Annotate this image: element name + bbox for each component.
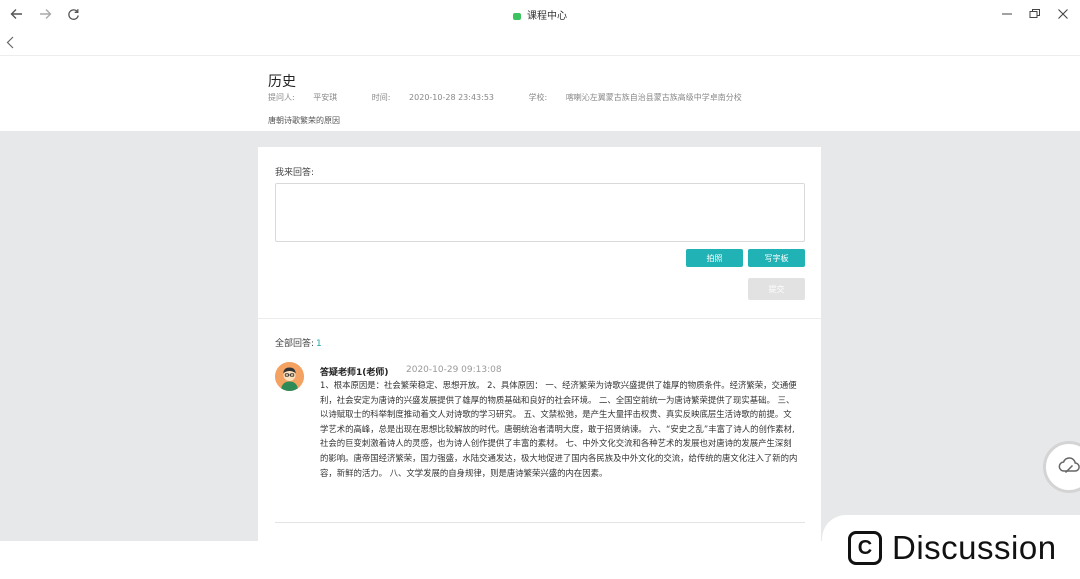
page-toolbar: [0, 28, 1080, 56]
avatar: [275, 362, 304, 391]
school-label: 学校:: [528, 93, 548, 102]
app-icon: [513, 13, 521, 20]
answer-divider: [275, 522, 805, 523]
answer-card: 我来回答: 拍照 写字板 提交 全部回答: 1 答疑老师1(老师) 2020-10…: [258, 147, 821, 541]
restore-icon[interactable]: [1025, 4, 1045, 24]
school-info: 学校: 喀喇沁左翼蒙古族自治县蒙古族高级中学卓南分校: [529, 93, 758, 102]
answer-input[interactable]: [275, 183, 805, 242]
question-text: 唐朝诗歌繁荣的原因: [268, 116, 340, 125]
back-chevron-icon[interactable]: [3, 32, 17, 52]
divider: [258, 318, 821, 319]
asker-label: 提问人:: [268, 93, 295, 102]
asker-info: 提问人: 平安琪: [268, 93, 353, 102]
watermark: C Discussion: [848, 528, 1057, 568]
cloud-icon: [1058, 456, 1080, 478]
minimize-icon[interactable]: [997, 4, 1017, 24]
school-name: 喀喇沁左翼蒙古族自治县蒙古族高级中学卓南分校: [565, 93, 742, 102]
time-info: 时间: 2020-10-28 23:43:53: [372, 93, 510, 102]
answers-label: 全部回答:: [275, 339, 315, 349]
photo-button[interactable]: 拍照: [686, 249, 743, 267]
question-time: 2020-10-28 23:43:53: [409, 93, 495, 102]
window-title: 课程中心: [0, 7, 1080, 22]
question-meta: 提问人: 平安琪 时间: 2020-10-28 23:43:53 学校: 喀喇沁…: [268, 92, 774, 103]
answer-form-label: 我来回答:: [275, 168, 315, 178]
close-icon[interactable]: [1053, 4, 1073, 24]
answers-count: 1: [316, 339, 322, 349]
question-subject: 历史: [268, 74, 296, 90]
asker-name: 平安琪: [313, 93, 338, 102]
watermark-text: Discussion: [892, 529, 1057, 566]
submit-button[interactable]: 提交: [748, 278, 805, 300]
whiteboard-button[interactable]: 写字板: [748, 249, 805, 267]
answers-heading: 全部回答: 1: [275, 336, 322, 349]
time-label: 时间:: [371, 93, 391, 102]
watermark-logo: C: [848, 531, 882, 565]
title-bar: 课程中心: [0, 0, 1080, 28]
answer-body: 1、根本原因是：社会繁荣稳定、思想开放。 2、具体原因： 一、经济繁荣为诗歌兴盛…: [320, 380, 798, 478]
question-header: 历史 提问人: 平安琪 时间: 2020-10-28 23:43:53 学校: …: [0, 56, 1080, 131]
window-title-text: 课程中心: [527, 11, 567, 22]
answer-author: 答疑老师1(老师): [320, 368, 389, 378]
answer-time: 2020-10-29 09:13:08: [406, 365, 502, 375]
